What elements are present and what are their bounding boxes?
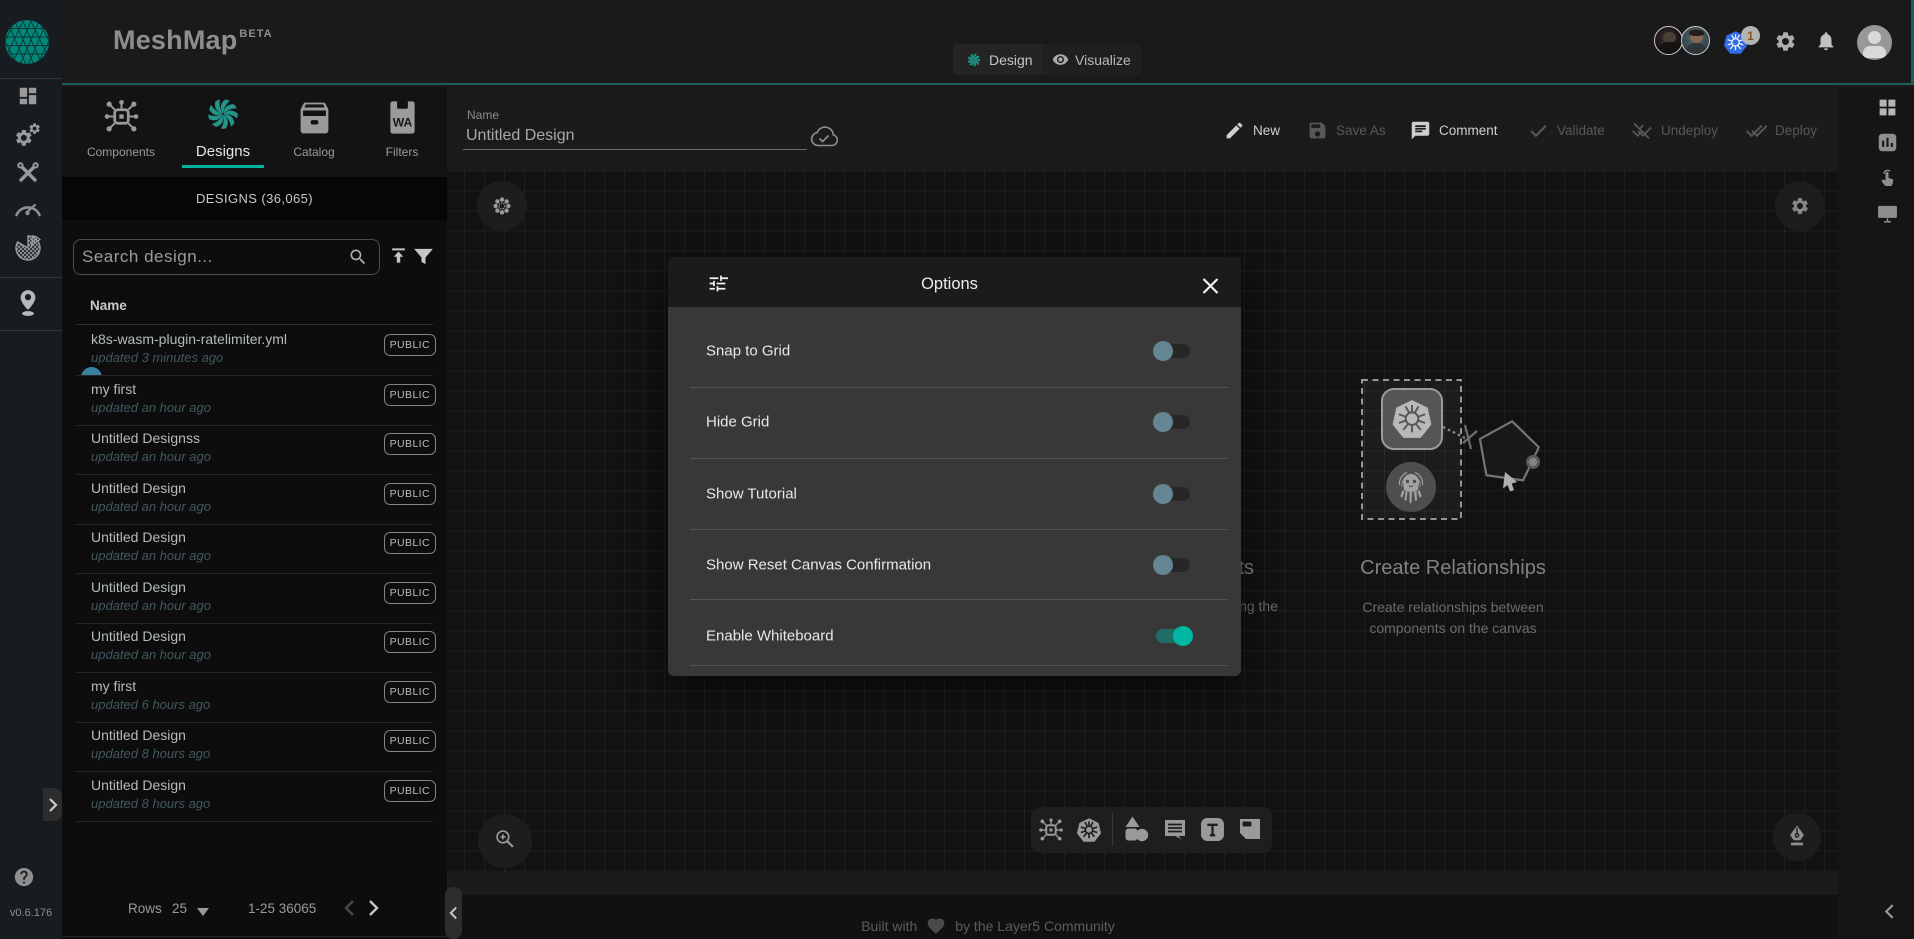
svg-text:WA: WA (392, 115, 412, 129)
